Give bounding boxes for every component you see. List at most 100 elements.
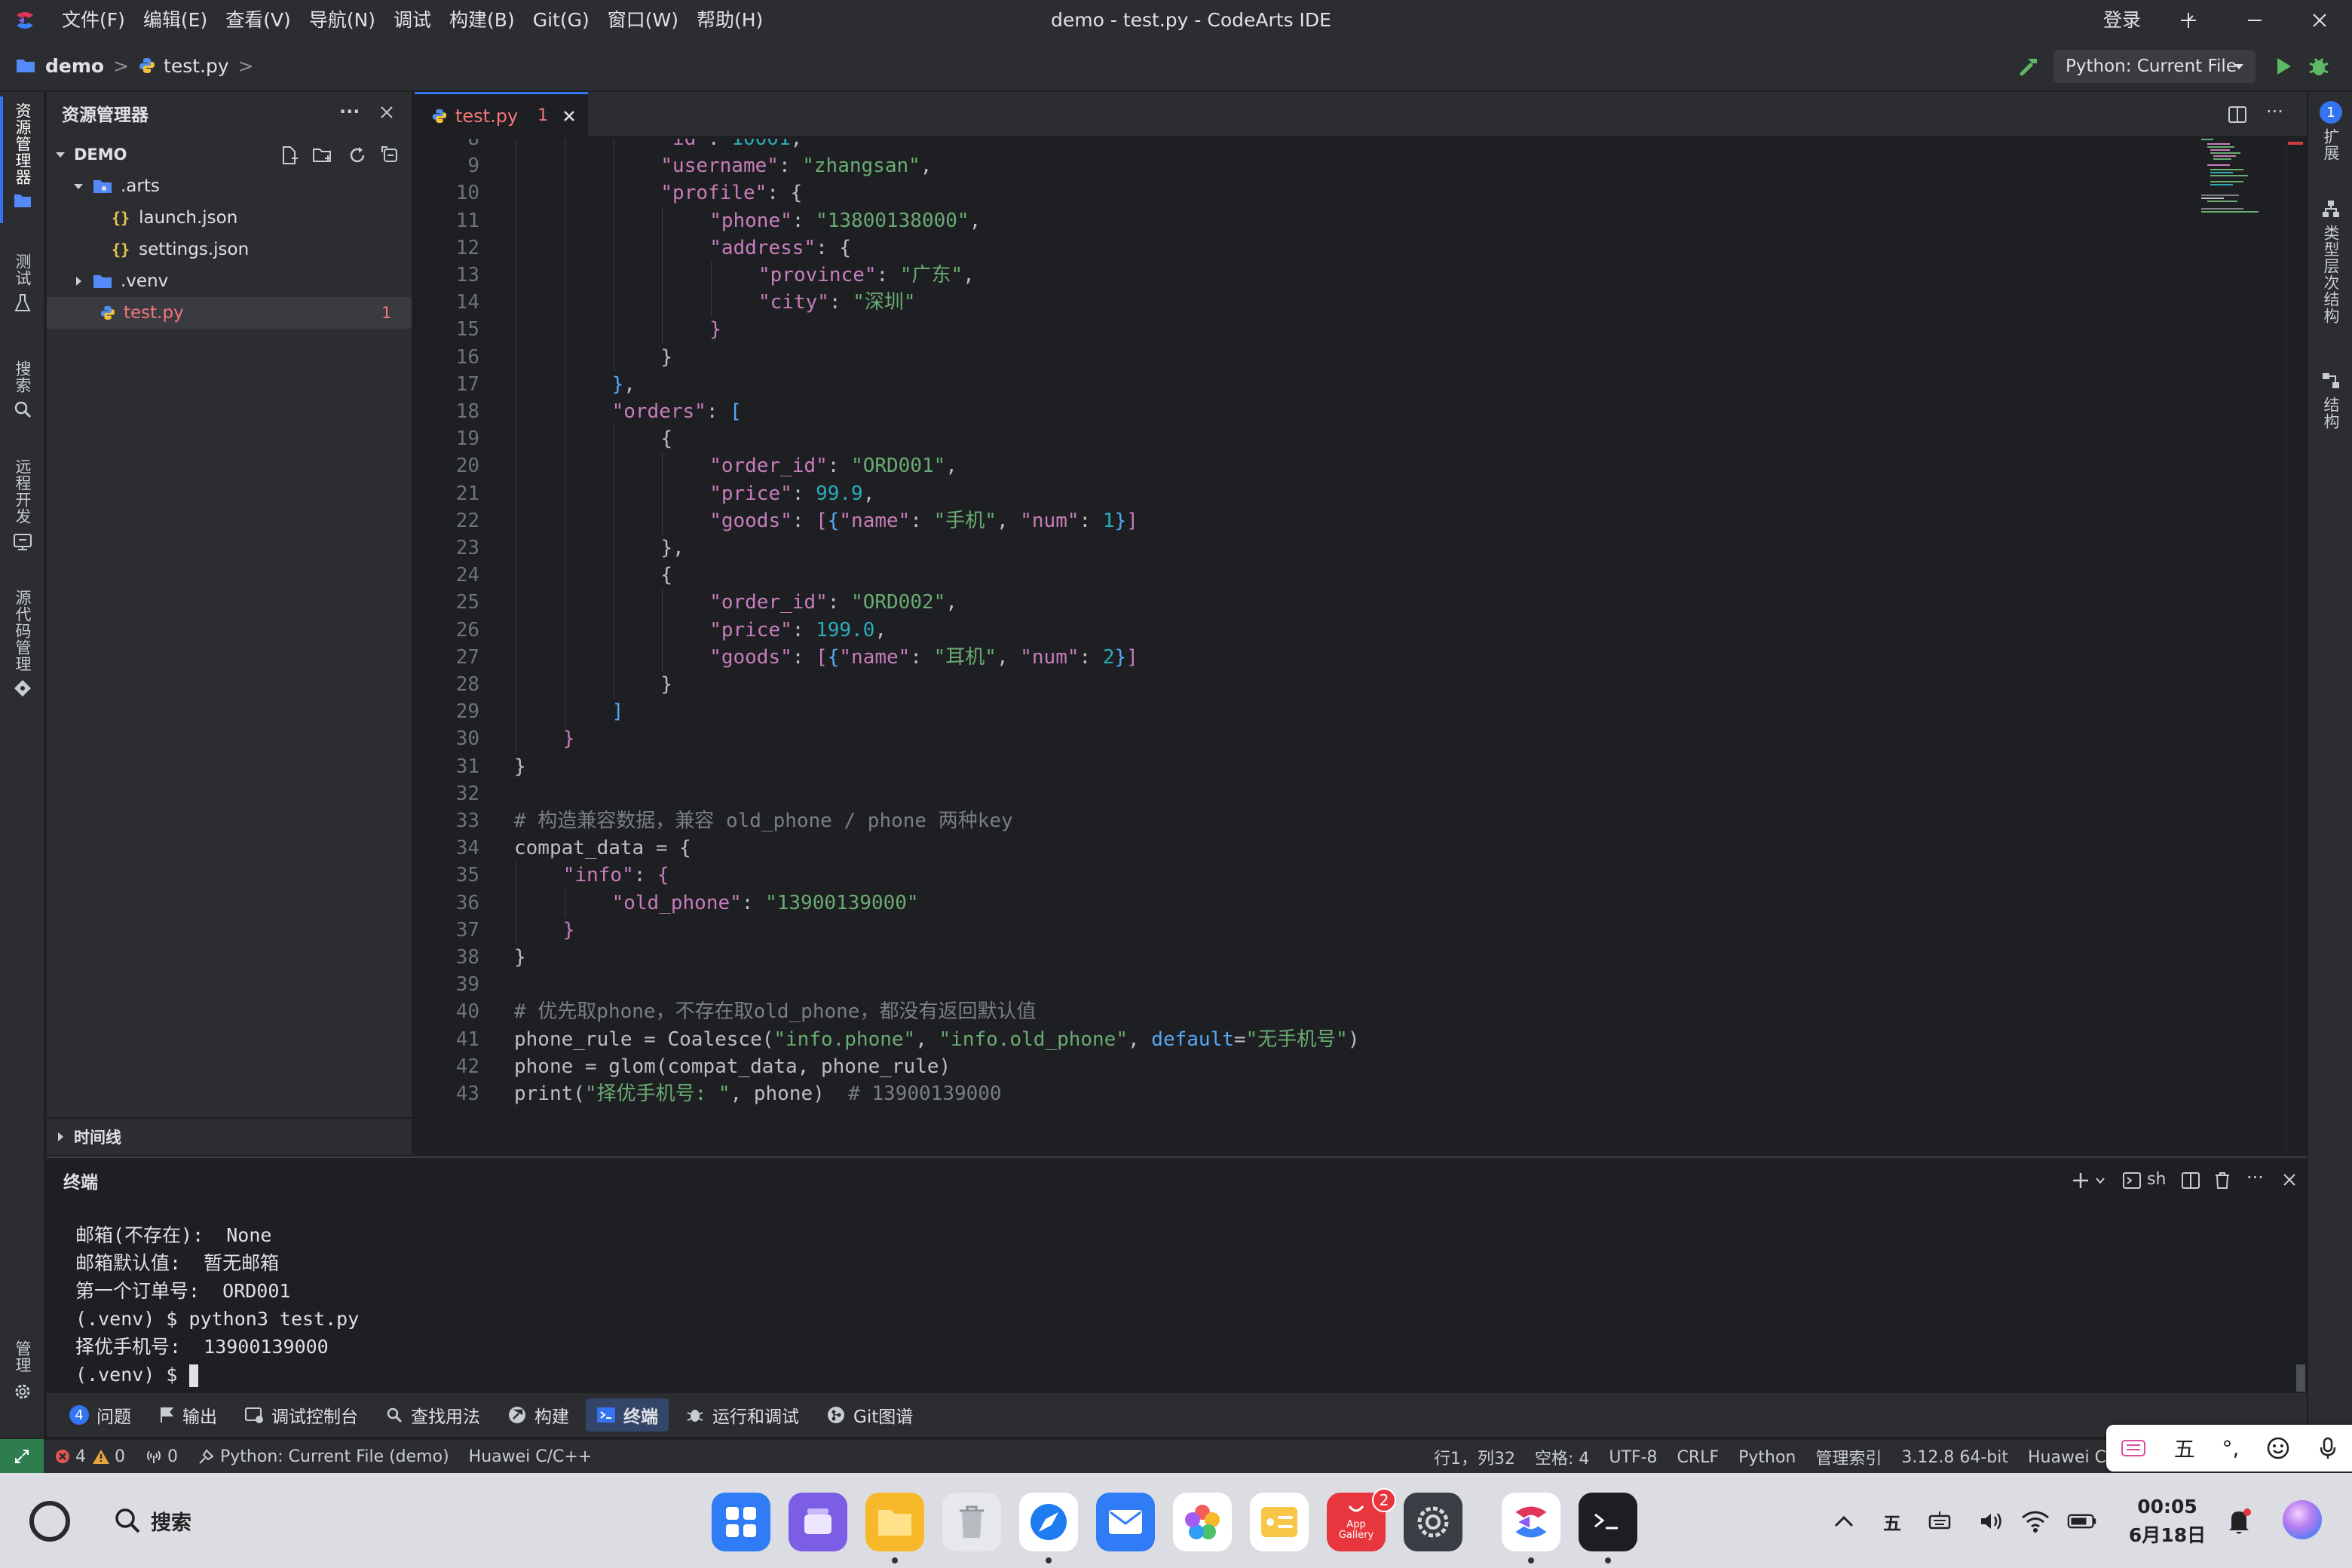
status-ports[interactable]: 0 — [145, 1447, 178, 1466]
tree-item-venv[interactable]: .venv — [47, 265, 412, 297]
status-debug-target[interactable]: Python: Current File (demo) — [198, 1447, 449, 1466]
remote-connection-button[interactable] — [0, 1439, 44, 1474]
assistant-orb-icon[interactable] — [2280, 1497, 2325, 1542]
tray-keyboard-icon[interactable] — [1925, 1506, 1955, 1536]
taskbar-clock[interactable]: 00:05 6月18日 — [2126, 1496, 2209, 1548]
activity-manage[interactable]: 管理 — [0, 1340, 45, 1402]
menu-help[interactable]: 帮助(H) — [688, 0, 772, 41]
split-editor-icon[interactable] — [2227, 104, 2248, 125]
chevron-down-icon[interactable] — [2094, 1174, 2106, 1187]
add-terminal-icon[interactable] — [2070, 1170, 2091, 1191]
status-indentation[interactable]: 空格: 4 — [1535, 1445, 1589, 1469]
explorer-more-icon[interactable]: ··· — [339, 101, 360, 122]
terminal-scrollbar[interactable] — [2296, 1364, 2305, 1392]
tooltab-build[interactable]: 构建 — [497, 1398, 580, 1432]
tree-item-launch-json[interactable]: {} launch.json — [47, 202, 412, 234]
status-interpreter[interactable]: 3.12.8 64-bit — [1901, 1448, 2008, 1467]
timeline-section[interactable]: 时间线 — [47, 1117, 412, 1155]
activity-test[interactable]: 测试 — [0, 253, 45, 314]
ime-punctuation-toggle[interactable]: °, — [2222, 1436, 2240, 1461]
trash-icon[interactable] — [2212, 1170, 2233, 1191]
tree-item-settings-json[interactable]: {} settings.json — [47, 234, 412, 265]
menu-debug[interactable]: 调试 — [384, 0, 440, 41]
close-panel-icon[interactable] — [378, 104, 395, 121]
tooltab-debug-console[interactable]: 调试控制台 — [234, 1398, 369, 1432]
minimap[interactable] — [2201, 139, 2262, 214]
split-terminal-icon[interactable] — [2180, 1170, 2201, 1191]
tray-ime[interactable]: 五 — [1877, 1506, 1907, 1536]
terminal-shell-label[interactable]: sh — [2147, 1170, 2166, 1189]
dock-app-terminal[interactable] — [1579, 1493, 1637, 1551]
status-index[interactable]: 管理索引 — [1815, 1445, 1882, 1469]
tooltab-problems[interactable]: 4 问题 — [59, 1398, 142, 1432]
tooltab-find-usages[interactable]: 查找用法 — [375, 1398, 491, 1432]
activity-type-hierarchy[interactable]: 类型层次结构 — [2308, 199, 2352, 324]
status-cursor-position[interactable]: 行1，列32 — [1434, 1445, 1515, 1469]
close-tab-icon[interactable] — [562, 109, 577, 124]
close-panel-icon[interactable] — [2281, 1171, 2298, 1188]
emoji-icon[interactable] — [2266, 1436, 2290, 1460]
menu-navigate[interactable]: 导航(N) — [300, 0, 384, 41]
login-button[interactable]: 登录 — [2103, 0, 2141, 41]
breadcrumb-file[interactable]: test.py — [138, 55, 229, 77]
menu-file[interactable]: 文件(F) — [53, 0, 134, 41]
dock-app-files[interactable] — [865, 1493, 924, 1551]
ime-mode-toggle[interactable]: 五 — [2174, 1433, 2195, 1463]
dock-app-photos[interactable] — [1173, 1493, 1232, 1551]
run-icon[interactable] — [2269, 53, 2296, 80]
activity-explorer[interactable]: 资源管理器 — [0, 103, 45, 210]
menu-edit[interactable]: 编辑(E) — [134, 0, 216, 41]
tooltab-run-debug[interactable]: 运行和调试 — [675, 1398, 810, 1432]
status-encoding[interactable]: UTF-8 — [1609, 1448, 1657, 1467]
dock-app-launcher[interactable] — [712, 1493, 770, 1551]
taskbar-search[interactable]: 搜索 — [113, 1496, 191, 1545]
activity-source-control[interactable]: 源代码管理 — [0, 590, 45, 698]
tray-battery-icon[interactable] — [2067, 1506, 2097, 1536]
menu-view[interactable]: 查看(V) — [216, 0, 300, 41]
tree-root-demo[interactable]: DEMO — [47, 139, 412, 170]
dock-app-browser[interactable] — [1019, 1493, 1078, 1551]
editor-more-icon[interactable]: ··· — [2266, 101, 2283, 122]
status-trailing[interactable]: Huawei C — [2028, 1448, 2106, 1467]
activity-remote[interactable]: 远程开发 — [0, 458, 45, 552]
terminal-panel[interactable]: 终端 sh ··· 邮箱(不存在): None 邮箱默认值: 暂无邮箱 第一个订… — [47, 1156, 2307, 1392]
run-configuration-select[interactable]: Python: Current File — [2053, 50, 2256, 83]
dock-app-trash[interactable] — [942, 1493, 1001, 1551]
activity-structure[interactable]: 结构 — [2308, 371, 2352, 430]
microphone-icon[interactable] — [2317, 1436, 2338, 1460]
menu-git[interactable]: Git(G) — [524, 0, 599, 41]
editor-scrollbar[interactable] — [2286, 139, 2305, 1156]
tray-volume-icon[interactable] — [1977, 1506, 2007, 1536]
menu-window[interactable]: 窗口(W) — [599, 0, 688, 41]
notification-bell-icon[interactable] — [2224, 1506, 2254, 1536]
menu-build[interactable]: 构建(B) — [440, 0, 524, 41]
tree-item-test-py[interactable]: test.py 1 — [47, 297, 412, 329]
code-editor[interactable]: 8 "id": 10001, 9 "username": "zhangsan", 10 "… — [415, 139, 2307, 1156]
dock-app-codearts[interactable] — [1502, 1493, 1560, 1551]
new-file-icon[interactable] — [279, 145, 300, 166]
tooltab-git-graph[interactable]: Git图谱 — [816, 1398, 923, 1432]
dock-app-settings[interactable] — [1404, 1493, 1462, 1551]
dock-app-notes[interactable] — [1250, 1493, 1309, 1551]
status-problems[interactable]: 4 0 — [54, 1447, 125, 1466]
terminal-prompt-line[interactable]: (.venv) $ — [75, 1361, 198, 1389]
build-hammer-icon[interactable] — [2016, 53, 2043, 80]
status-eol[interactable]: CRLF — [1677, 1448, 1720, 1467]
tooltab-terminal[interactable]: 终端 — [586, 1398, 669, 1432]
terminal-more-icon[interactable]: ··· — [2246, 1167, 2264, 1188]
dock-app-mail[interactable] — [1096, 1493, 1155, 1551]
tree-item-arts[interactable]: .arts — [47, 170, 412, 202]
tray-expand-icon[interactable] — [1829, 1506, 1859, 1536]
new-folder-icon[interactable] — [312, 145, 333, 166]
activity-search[interactable]: 搜索 — [0, 360, 45, 419]
tooltab-output[interactable]: 输出 — [148, 1398, 228, 1432]
close-window-icon[interactable] — [2302, 5, 2337, 36]
start-circle-icon[interactable] — [27, 1499, 72, 1544]
activity-extensions[interactable]: 1 扩展 — [2308, 101, 2352, 161]
status-language[interactable]: Python — [1738, 1448, 1796, 1467]
dock-app-multitask[interactable] — [789, 1493, 847, 1551]
status-language-server[interactable]: Huawei C/C++ — [469, 1447, 593, 1466]
editor-tab-test-py[interactable]: test.py 1 — [415, 92, 588, 137]
minimize-icon[interactable] — [2237, 5, 2272, 36]
ime-skin-icon[interactable] — [2120, 1437, 2147, 1459]
